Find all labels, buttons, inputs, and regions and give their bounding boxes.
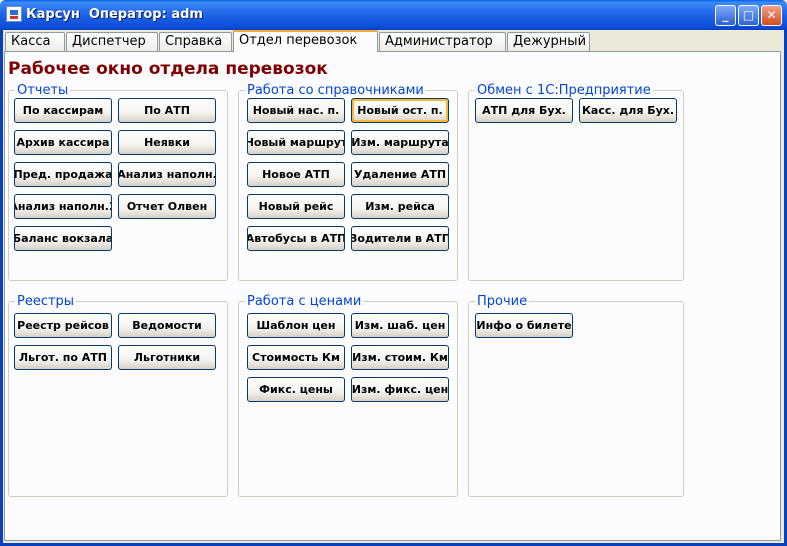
group-registers: Реестры Реестр рейсов Ведомости Льгот. п… (8, 294, 228, 497)
tab-administrator[interactable]: Администратор (379, 32, 506, 51)
presale-button[interactable]: Пред. продажа (14, 162, 112, 187)
new-trip-button[interactable]: Новый рейс (247, 194, 345, 219)
occupancy-analysis-2-button[interactable]: Анализ наполн.2 (14, 194, 112, 219)
edit-trip-button[interactable]: Изм. рейса (351, 194, 449, 219)
minimize-icon[interactable]: _ (715, 5, 736, 26)
no-shows-button[interactable]: Неявки (118, 130, 216, 155)
price-template-button[interactable]: Шаблон цен (247, 313, 345, 338)
tab-kassa[interactable]: Касса (5, 32, 65, 51)
occupancy-analysis-button[interactable]: Анализ наполн. (118, 162, 216, 187)
group-registers-title: Реестры (15, 294, 77, 309)
olven-report-button[interactable]: Отчет Олвен (118, 194, 216, 219)
cash-for-accounting-button[interactable]: Касс. для Бух. (579, 98, 677, 123)
atp-for-accounting-button[interactable]: АТП для Бух. (475, 98, 573, 123)
buses-in-atp-button[interactable]: Автобусы в АТП (247, 226, 345, 251)
group-other-title: Прочие (475, 294, 530, 309)
tab-panel: Рабочее окно отдела перевозок Отчеты По … (4, 51, 781, 541)
new-stop-button[interactable]: Новый ост. п. (351, 98, 449, 123)
station-balance-button[interactable]: Баланс вокзала (14, 226, 112, 251)
group-other: Прочие Инфо о билете (468, 294, 684, 497)
close-icon[interactable]: ✕ (761, 5, 782, 26)
report-by-cashiers-button[interactable]: По кассирам (14, 98, 112, 123)
maximize-icon[interactable]: □ (738, 5, 759, 26)
group-reports-title: Отчеты (15, 83, 71, 98)
group-prices-title: Работа с ценами (245, 294, 364, 309)
edit-price-template-button[interactable]: Изм. шаб. цен (351, 313, 449, 338)
group-prices: Работа с ценами Шаблон цен Изм. шаб. цен… (238, 294, 458, 497)
fixed-prices-button[interactable]: Фикс. цены (247, 377, 345, 402)
window-title: Карсун Оператор: adm (26, 7, 203, 22)
cost-per-km-button[interactable]: Стоимость Км (247, 345, 345, 370)
title-bar[interactable]: Карсун Оператор: adm _ □ ✕ (0, 0, 787, 30)
new-atp-button[interactable]: Новое АТП (247, 162, 345, 187)
client-area: Касса Диспетчер Справка Отдел перевозок … (3, 30, 784, 543)
group-reports: Отчеты По кассирам По АТП Архив кассира … (8, 83, 228, 281)
app-icon (6, 6, 22, 22)
trip-register-button[interactable]: Реестр рейсов (14, 313, 112, 338)
new-route-button[interactable]: Новый маршрут (247, 130, 345, 155)
group-directories-title: Работа со справочниками (245, 83, 426, 98)
statements-button[interactable]: Ведомости (118, 313, 216, 338)
ticket-info-button[interactable]: Инфо о билете (475, 313, 573, 338)
group-directories: Работа со справочниками Новый нас. п. Но… (238, 83, 458, 281)
tab-transport-dept[interactable]: Отдел перевозок (233, 30, 378, 52)
group-1c-exchange-title: Обмен с 1С:Предприятие (475, 83, 653, 98)
report-by-atp-button[interactable]: По АТП (118, 98, 216, 123)
beneficiaries-button[interactable]: Льготники (118, 345, 216, 370)
edit-fixed-prices-button[interactable]: Изм. фикс. цен (351, 377, 449, 402)
benefits-by-atp-button[interactable]: Льгот. по АТП (14, 345, 112, 370)
page-title: Рабочее окно отдела перевозок (8, 59, 328, 79)
cashier-archive-button[interactable]: Архив кассира (14, 130, 112, 155)
drivers-in-atp-button[interactable]: Водители в АТП (351, 226, 449, 251)
delete-atp-button[interactable]: Удаление АТП (351, 162, 449, 187)
group-1c-exchange: Обмен с 1С:Предприятие АТП для Бух. Касс… (468, 83, 684, 281)
tab-reference[interactable]: Справка (159, 32, 232, 51)
edit-route-button[interactable]: Изм. маршрута (351, 130, 449, 155)
new-settlement-button[interactable]: Новый нас. п. (247, 98, 345, 123)
app-window: Карсун Оператор: adm _ □ ✕ Касса Диспетч… (0, 0, 787, 546)
tab-duty[interactable]: Дежурный (507, 32, 590, 51)
edit-cost-per-km-button[interactable]: Изм. стоим. Км (351, 345, 449, 370)
tab-dispatcher[interactable]: Диспетчер (66, 32, 158, 51)
